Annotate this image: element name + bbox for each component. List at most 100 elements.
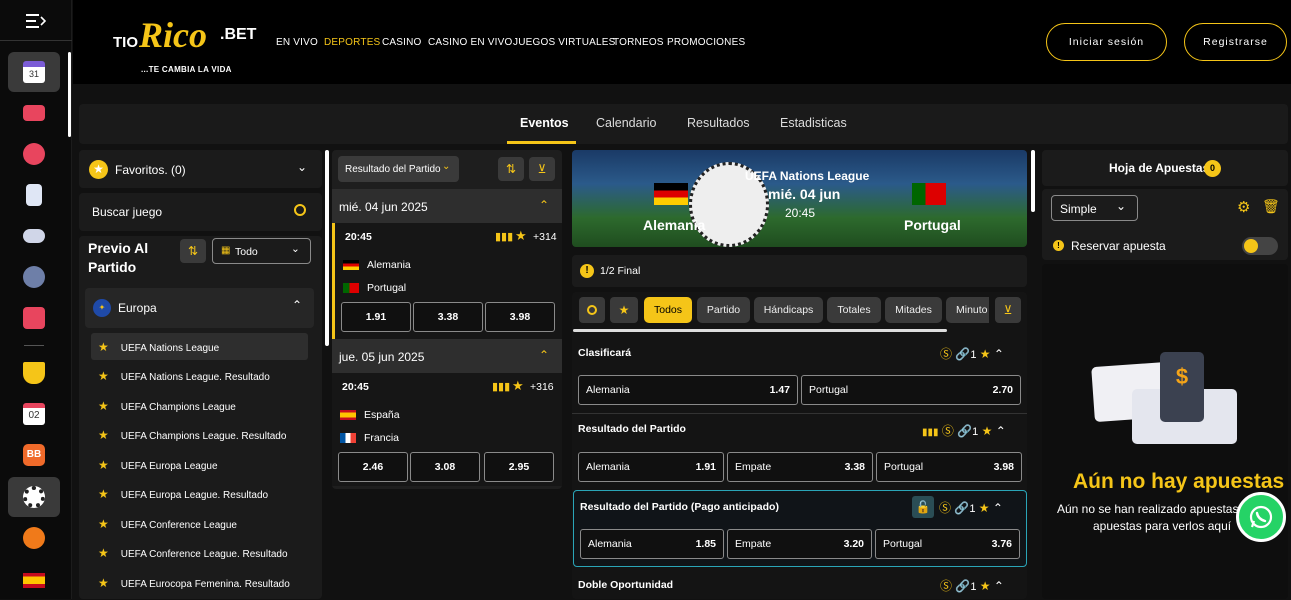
odd-button[interactable]: 2.95 — [484, 452, 554, 482]
odd-button[interactable]: Alemania 1.85 — [580, 529, 724, 559]
whatsapp-button[interactable] — [1236, 492, 1286, 542]
nav-promociones[interactable]: PROMOCIONES — [667, 37, 745, 48]
odd-button[interactable]: Portugal 3.76 — [875, 529, 1020, 559]
league-item[interactable]: ★ UEFA Conference League — [98, 517, 237, 531]
sort-button[interactable]: ⇅ — [498, 157, 524, 181]
login-button[interactable]: Iniciar sesión — [1046, 23, 1167, 61]
star-icon[interactable]: ★ — [980, 579, 991, 593]
filter-handicaps[interactable]: Hándicaps — [754, 297, 823, 323]
filter-todos[interactable]: Todos — [644, 297, 692, 323]
odd-button[interactable]: 3.38 — [413, 302, 483, 332]
odd-button[interactable]: Portugal 2.70 — [801, 375, 1021, 405]
left-scrollbar[interactable] — [325, 150, 329, 346]
logo[interactable]: TIO Rico .BET ...TE CAMBIA LA VIDA — [113, 15, 256, 76]
chevron-up-icon[interactable]: ⌃ — [993, 501, 1003, 515]
stats-icon[interactable]: ▮▮▮ — [922, 427, 939, 438]
rail-casino-button[interactable] — [8, 134, 60, 174]
rail-basketball-button[interactable] — [8, 518, 60, 558]
sort-button[interactable]: ⇅ — [180, 239, 206, 263]
reserve-toggle[interactable] — [1242, 237, 1278, 255]
region-europa[interactable]: ✦ Europa ⌃ — [85, 288, 314, 328]
market-select[interactable]: Resultado del Partido ⌄ — [338, 156, 459, 182]
filter-mitades[interactable]: Mitades — [885, 297, 942, 323]
markets-scrollbar[interactable] — [1031, 150, 1035, 212]
odd-button[interactable]: 2.46 — [338, 452, 408, 482]
odd-button[interactable]: Portugal 3.98 — [876, 452, 1022, 482]
league-item[interactable]: ★ UEFA Champions League. Resultado — [98, 428, 286, 442]
chevron-up-icon[interactable]: ⌃ — [994, 579, 1004, 593]
more-markets[interactable]: +314 — [533, 231, 557, 243]
league-item[interactable]: ★ UEFA Conference League. Resultado — [98, 546, 288, 560]
odd-button[interactable]: 1.91 — [341, 302, 411, 332]
bet-type-select[interactable]: Simple ⌄ — [1051, 195, 1138, 221]
match-card[interactable]: 20:45 ▮▮▮ ★ +314 Alemania Portugal 1.91 … — [332, 223, 562, 339]
rail-gift-button[interactable] — [8, 298, 60, 338]
filter-minuto[interactable]: Minuto — [946, 297, 989, 323]
rail-soccer-button[interactable] — [8, 477, 60, 517]
rail-calendar-button[interactable]: 31 — [8, 52, 60, 92]
star-icon[interactable]: ★ — [980, 347, 991, 361]
day-header[interactable]: jue. 05 jun 2025 ⌃ — [332, 339, 562, 373]
more-markets[interactable]: +316 — [530, 381, 554, 393]
odd-button[interactable]: 3.98 — [485, 302, 555, 332]
favorite-filter-button[interactable]: ★ — [610, 297, 638, 323]
money-ticket-icon: $ — [1160, 352, 1204, 422]
rail-bb-button[interactable]: BB — [8, 435, 60, 475]
star-icon[interactable]: ★ — [515, 228, 527, 244]
league-item[interactable]: ★ UEFA Eurocopa Femenina. Resultado — [98, 576, 290, 590]
rail-language-button[interactable] — [8, 560, 60, 600]
collapse-all-button[interactable]: ⊻ — [995, 297, 1021, 323]
favorites-row[interactable]: ★ Favoritos. (0) ⌄ — [79, 150, 322, 188]
chevron-up-icon[interactable]: ⌃ — [996, 424, 1006, 438]
league-item[interactable]: ★ UEFA Europa League — [98, 458, 218, 472]
tab-resultados[interactable]: Resultados — [687, 116, 750, 130]
nav-casino[interactable]: CASINO — [382, 37, 422, 48]
filter-select[interactable]: ▦ Todo ⌄ — [212, 238, 311, 264]
tab-eventos[interactable]: Eventos — [520, 116, 569, 130]
rail-live-button[interactable] — [8, 93, 60, 133]
tab-calendario[interactable]: Calendario — [596, 116, 656, 130]
star-icon[interactable]: ★ — [512, 378, 524, 394]
odd-button[interactable]: Empate 3.38 — [727, 452, 873, 482]
league-item[interactable]: ★ UEFA Champions League — [98, 399, 236, 413]
odd-button[interactable]: Alemania 1.47 — [578, 375, 798, 405]
rail-calendar-02-button[interactable]: 02 — [8, 394, 60, 434]
chevron-up-icon[interactable]: ⌃ — [994, 347, 1004, 361]
nav-deportes[interactable]: DEPORTES — [324, 37, 380, 48]
rail-trophy-button[interactable] — [8, 353, 60, 393]
search-input[interactable]: Buscar juego — [92, 205, 162, 219]
league-item[interactable]: ★ UEFA Nations League — [98, 340, 219, 354]
nav-torneos[interactable]: TORNEOS — [613, 37, 664, 48]
search-game[interactable]: Buscar juego — [79, 193, 322, 231]
market-search-button[interactable] — [579, 297, 605, 323]
stats-icon[interactable]: ▮▮▮ — [492, 380, 510, 393]
trash-icon[interactable]: 🗑 — [1262, 198, 1280, 215]
rail-games-button[interactable] — [8, 216, 60, 256]
nav-casino-en-vivo[interactable]: CASINO EN VIVO — [428, 37, 513, 48]
match-card[interactable]: 20:45 ▮▮▮ ★ +316 España Francia 2.46 3.0… — [332, 373, 562, 486]
collapse-button[interactable]: ⊻ — [529, 157, 555, 181]
rail-cards-button[interactable] — [8, 175, 60, 215]
star-icon[interactable]: ★ — [979, 501, 990, 515]
odd-button[interactable]: Alemania 1.91 — [578, 452, 724, 482]
odd-button[interactable]: Empate 3.20 — [727, 529, 872, 559]
nav-en-vivo[interactable]: EN VIVO — [276, 37, 318, 48]
league-item[interactable]: ★ UEFA Europa League. Resultado — [98, 487, 268, 501]
tab-estadisticas[interactable]: Estadisticas — [780, 116, 847, 130]
settings-gear-icon[interactable]: ⚙ — [1237, 198, 1250, 216]
day-header[interactable]: mié. 04 jun 2025 ⌃ — [332, 189, 562, 223]
register-button[interactable]: Registrarse — [1184, 23, 1287, 61]
search-icon[interactable] — [294, 204, 306, 216]
search-icon — [587, 305, 597, 315]
filter-partido[interactable]: Partido — [697, 297, 750, 323]
rail-sports-mix-button[interactable] — [8, 257, 60, 297]
league-item[interactable]: ★ UEFA Nations League. Resultado — [98, 369, 270, 383]
menu-icon[interactable] — [26, 13, 47, 29]
filter-scrollbar[interactable] — [573, 329, 947, 332]
star-icon[interactable]: ★ — [982, 424, 993, 438]
rail-scrollbar[interactable] — [68, 52, 71, 137]
nav-juegos-virtuales[interactable]: JUEGOS VIRTUALES — [513, 37, 616, 48]
stats-icon[interactable]: ▮▮▮ — [495, 230, 513, 243]
odd-button[interactable]: 3.08 — [410, 452, 480, 482]
filter-totales[interactable]: Totales — [827, 297, 881, 323]
